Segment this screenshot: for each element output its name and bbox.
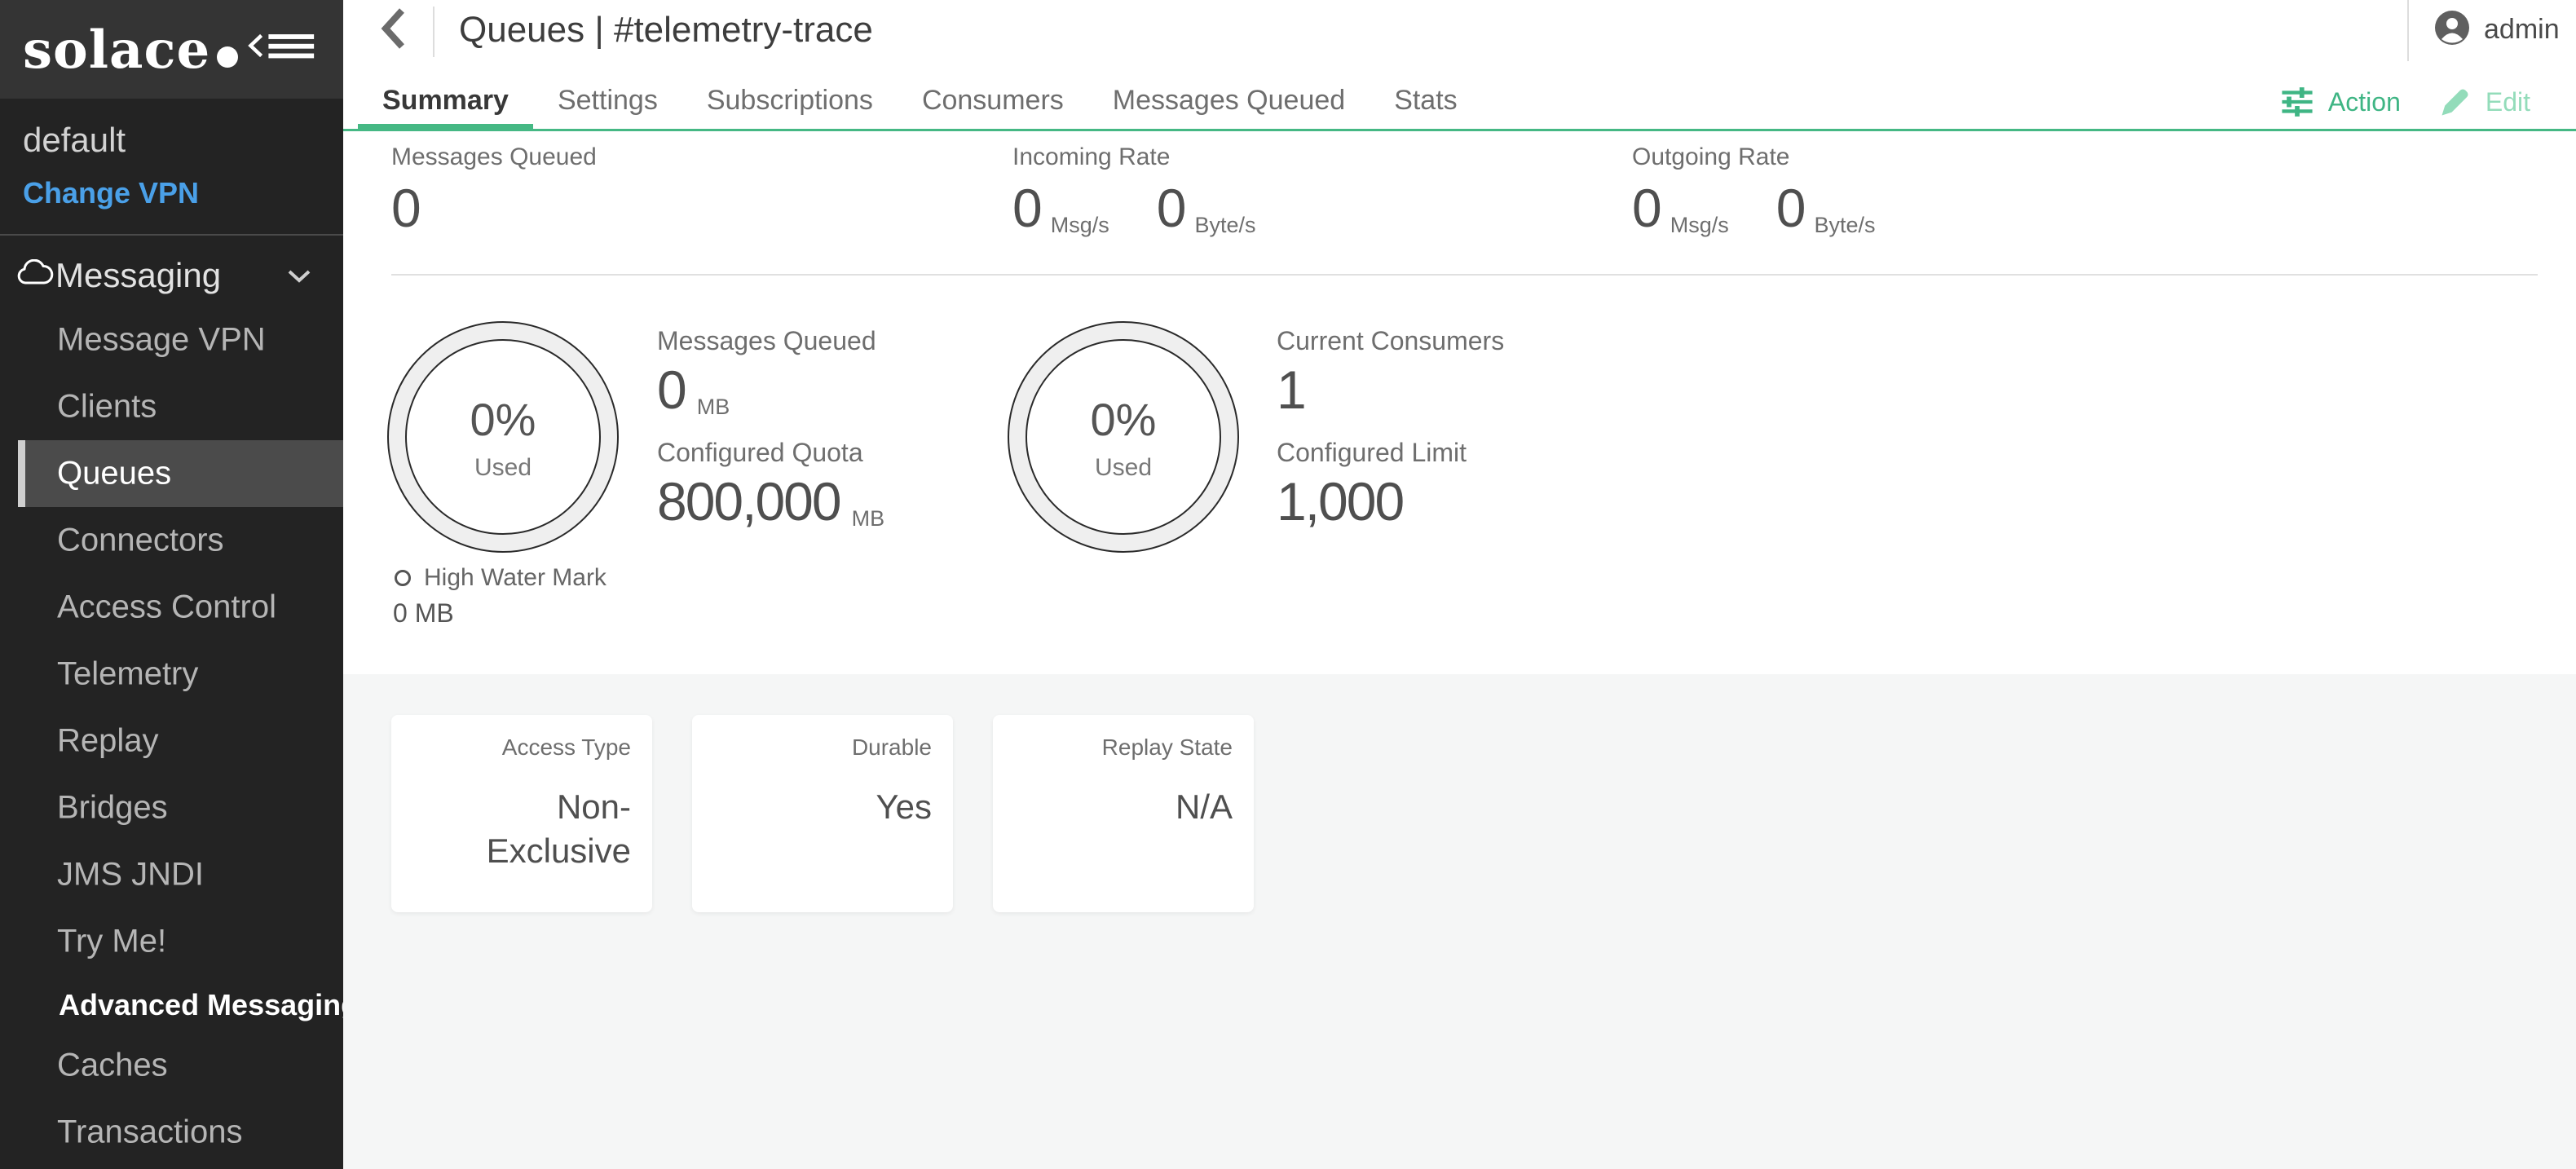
high-water-mark-value: 0 MB [393, 598, 454, 629]
sidebar-item-message-vpn[interactable]: Message VPN [0, 307, 343, 373]
metric-label: Messages Queued [657, 326, 884, 356]
stats-divider [391, 274, 2538, 276]
sidebar-item-try-me[interactable]: Try Me! [0, 908, 343, 975]
durable-card: Durable Yes [692, 715, 953, 912]
consumers-metrics: Current Consumers 1 Configured Limit 1,0… [1277, 326, 1504, 549]
page-title: Queues | #telemetry-trace [459, 10, 873, 51]
sidebar-item-access-control[interactable]: Access Control [0, 574, 343, 641]
replay-state-card: Replay State N/A [993, 715, 1254, 912]
stat-value: 0 [1012, 181, 1041, 235]
card-label: Durable [713, 734, 932, 761]
current-vpn-name: default [23, 121, 126, 160]
properties-section: Access Type Non-Exclusive Durable Yes Re… [343, 674, 2576, 1169]
logo-band: solace [0, 0, 343, 99]
stat-unit: Msg/s [1051, 213, 1109, 238]
metric-unit: MB [697, 395, 730, 420]
tab-consumers[interactable]: Consumers [898, 75, 1088, 129]
high-water-mark-label: High Water Mark [424, 564, 607, 592]
sidebar-item-queues[interactable]: Queues [18, 440, 343, 507]
metric-value: 1 [1277, 363, 1305, 417]
spool-metrics: Messages Queued 0 MB Configured Quota 80… [657, 326, 884, 549]
gauge-percent: 0% [470, 393, 536, 446]
access-type-card: Access Type Non-Exclusive [391, 715, 652, 912]
high-water-mark-icon [395, 570, 411, 586]
metric-label: Configured Limit [1277, 438, 1504, 468]
solace-logo-text: solace [23, 20, 210, 81]
main-content: Queues | #telemetry-trace admin Summary … [343, 0, 2576, 1169]
stat-unit: Msg/s [1670, 213, 1729, 238]
chevron-left-icon [377, 6, 410, 51]
back-button[interactable] [373, 3, 415, 54]
metric-unit: MB [852, 506, 885, 532]
sidebar-section-advanced-messaging: Advanced Messaging [0, 981, 343, 1030]
metric-label: Current Consumers [1277, 326, 1504, 356]
sidebar-item-connectors[interactable]: Connectors [0, 507, 343, 574]
stat-value: 0 [1157, 181, 1185, 235]
action-button-label: Action [2328, 87, 2401, 117]
high-water-mark: High Water Mark [395, 564, 607, 592]
tab-subscriptions[interactable]: Subscriptions [682, 75, 898, 129]
toolbar: Action Edit [2279, 75, 2530, 129]
title-divider [433, 7, 434, 57]
gauge-percent: 0% [1091, 393, 1157, 446]
user-avatar-icon[interactable] [2435, 11, 2469, 45]
sliders-icon [2279, 86, 2315, 118]
card-label: Replay State [1014, 734, 1233, 761]
metric-value: 800,000 [657, 474, 840, 528]
sidebar-item-clients[interactable]: Clients [0, 373, 343, 440]
pencil-icon [2438, 85, 2472, 119]
sidebar-section-label: Messaging [55, 256, 221, 295]
page-header: Queues | #telemetry-trace admin Summary … [343, 0, 2576, 131]
sidebar-divider [0, 234, 343, 236]
consumers-usage-gauge: 0% Used [1006, 320, 1241, 554]
solace-logo-dot-icon [217, 46, 238, 68]
card-value: N/A [1014, 785, 1233, 829]
tab-stats[interactable]: Stats [1370, 75, 1481, 129]
sidebar-item-jms-jndi[interactable]: JMS JNDI [0, 841, 343, 908]
tab-messages-queued[interactable]: Messages Queued [1088, 75, 1370, 129]
stat-value: 0 [1632, 181, 1661, 235]
sidebar-item-caches[interactable]: Caches [0, 1032, 343, 1099]
stat-value: 0 [391, 181, 420, 235]
sidebar-section-messaging[interactable]: Messaging [0, 249, 343, 302]
tab-summary[interactable]: Summary [358, 75, 533, 129]
user-name: admin [2484, 14, 2560, 46]
stat-outgoing-rate: Outgoing Rate 0 Msg/s 0 Byte/s [1632, 143, 1875, 235]
tab-bar: Summary Settings Subscriptions Consumers… [358, 75, 1482, 129]
gauge-used-label: Used [474, 454, 532, 482]
sidebar-item-replay[interactable]: Replay [0, 708, 343, 774]
tab-settings[interactable]: Settings [533, 75, 682, 129]
sidebar-item-transactions[interactable]: Transactions [0, 1099, 343, 1166]
card-value: Non-Exclusive [412, 785, 631, 873]
edit-button[interactable]: Edit [2438, 85, 2530, 119]
change-vpn-link[interactable]: Change VPN [23, 176, 199, 210]
action-button[interactable]: Action [2279, 86, 2401, 118]
gauge-used-label: Used [1095, 454, 1152, 482]
stat-label: Incoming Rate [1012, 143, 1255, 171]
sidebar-item-telemetry[interactable]: Telemetry [0, 641, 343, 708]
chevron-down-icon [287, 269, 311, 284]
card-label: Access Type [412, 734, 631, 761]
stat-unit: Byte/s [1194, 213, 1255, 238]
metric-label: Configured Quota [657, 438, 884, 468]
collapse-menu-icon [247, 29, 319, 62]
spool-usage-gauge: 0% Used [386, 320, 620, 554]
cloud-icon [16, 259, 54, 287]
sidebar-item-bridges[interactable]: Bridges [0, 774, 343, 841]
stat-label: Messages Queued [391, 143, 597, 171]
user-divider [2407, 0, 2409, 61]
card-value: Yes [713, 785, 932, 829]
stat-label: Outgoing Rate [1632, 143, 1875, 171]
collapse-sidebar-button[interactable] [247, 23, 319, 68]
stat-unit: Byte/s [1814, 213, 1875, 238]
stat-value: 0 [1776, 181, 1805, 235]
edit-button-label: Edit [2486, 87, 2530, 117]
sidebar: solace default Change VPN Messaging [0, 0, 343, 1169]
stat-messages-queued: Messages Queued 0 [391, 143, 597, 235]
metric-value: 0 [657, 363, 686, 417]
metric-value: 1,000 [1277, 474, 1403, 528]
stat-incoming-rate: Incoming Rate 0 Msg/s 0 Byte/s [1012, 143, 1255, 235]
solace-logo: solace [23, 20, 238, 81]
